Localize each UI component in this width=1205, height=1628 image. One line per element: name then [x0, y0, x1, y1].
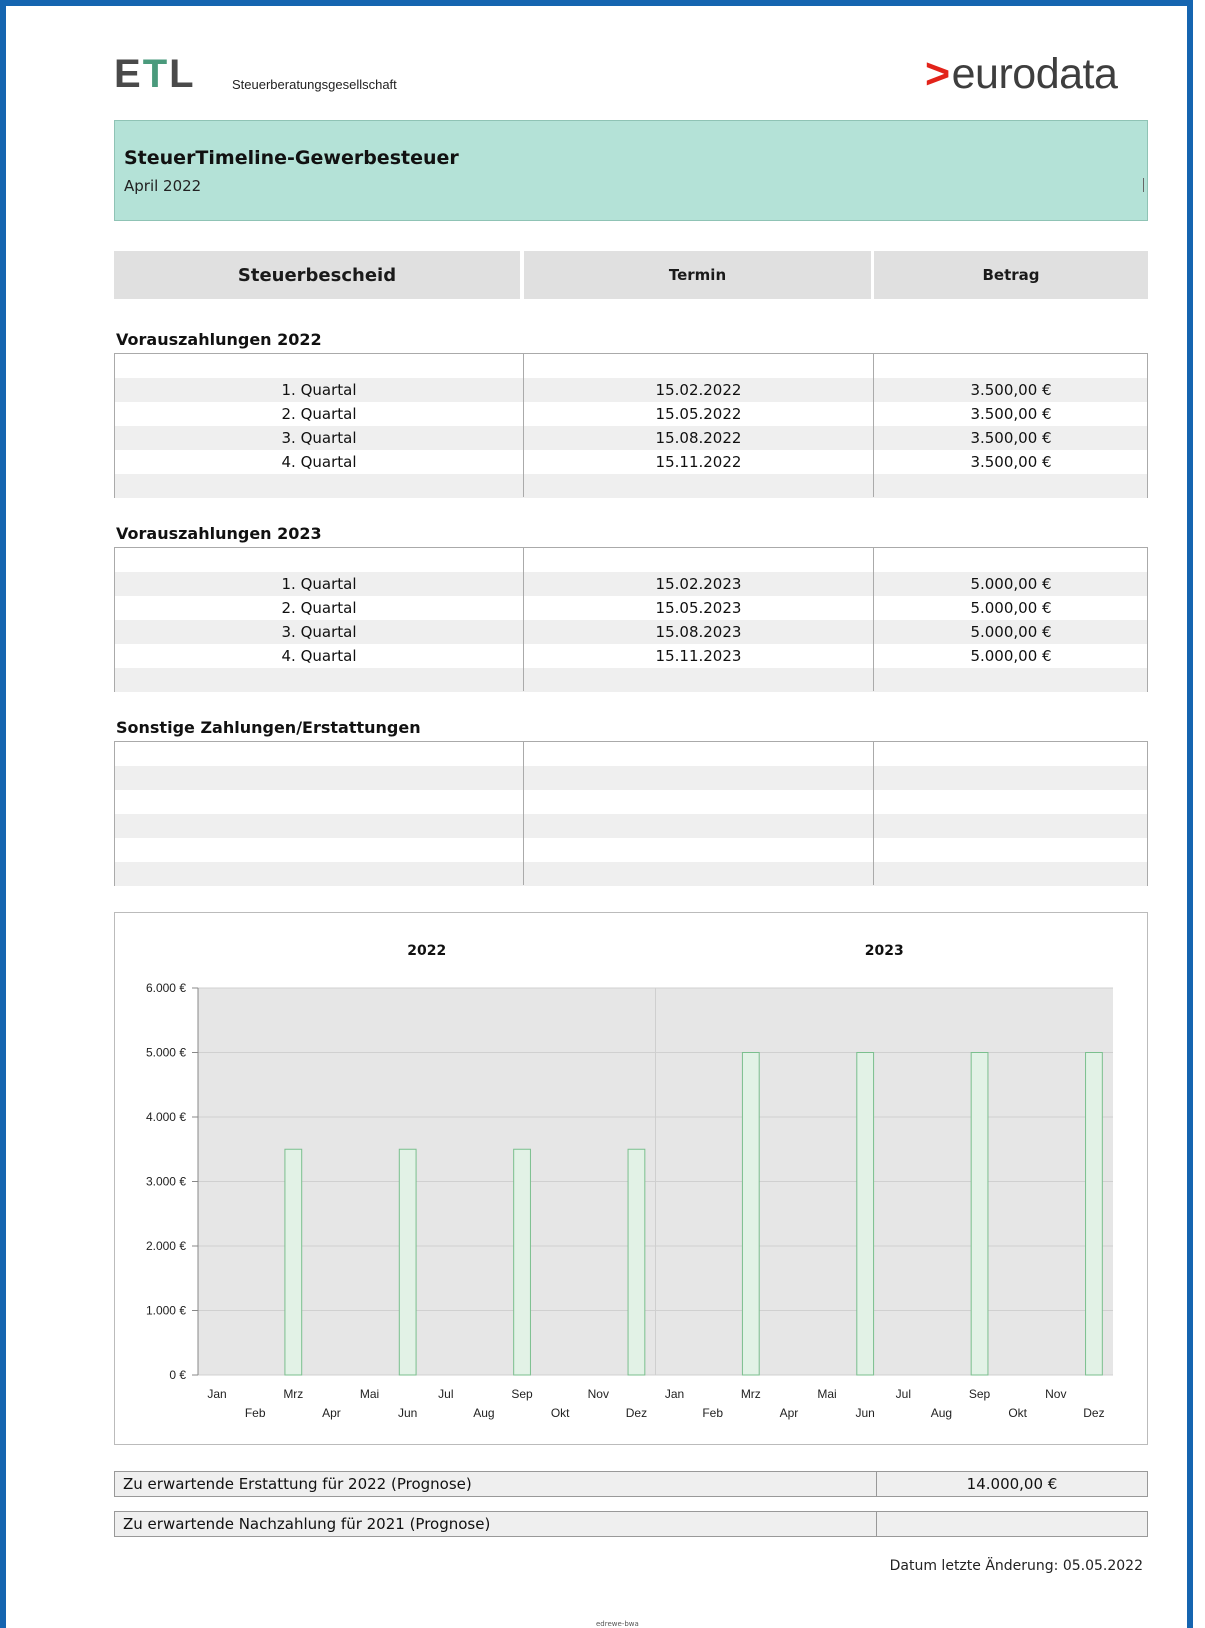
y-tick-label: 5.000 € [146, 1046, 186, 1060]
row-label: 3. Quartal [281, 429, 357, 447]
x-tick-label: Jan [665, 1387, 684, 1401]
row-amount: 3.500,00 € [970, 429, 1052, 447]
payment-chart: 0 € 1.000 € 2.000 € 3.000 € 4.000 € 5.000 € 6.… [114, 912, 1148, 1445]
x-tick-label: Jun [398, 1406, 417, 1420]
header-termin: Termin [524, 251, 871, 299]
x-tick-label: Apr [780, 1406, 799, 1420]
table-sonstige [114, 741, 1148, 886]
row-amount: 3.500,00 € [970, 453, 1052, 471]
row-label: 3. Quartal [281, 623, 357, 641]
y-tick-label: 3.000 € [146, 1175, 186, 1189]
x-tick-label: Feb [245, 1406, 266, 1420]
bar-mrz [741, 1052, 760, 1376]
x-tick-label: Mai [360, 1387, 379, 1401]
row-amount: 5.000,00 € [970, 647, 1052, 665]
row-date: 15.02.2022 [655, 381, 742, 399]
row-label: 1. Quartal [281, 575, 357, 593]
row-date: 15.05.2022 [655, 405, 742, 423]
y-tick-label: 2.000 € [146, 1239, 186, 1253]
bar-dez [627, 1148, 646, 1376]
row-date: 15.08.2022 [655, 429, 742, 447]
section-title-sonstige: Sonstige Zahlungen/Erstattungen [116, 718, 421, 737]
x-tick-label: Jan [207, 1387, 226, 1401]
bar-sep [970, 1052, 989, 1376]
x-tick-label: Aug [473, 1406, 494, 1420]
summary-divider [876, 1512, 877, 1536]
summary-label: Zu erwartende Nachzahlung für 2021 (Prog… [123, 1515, 491, 1533]
column-divider [523, 742, 524, 885]
row-amount: 3.500,00 € [970, 405, 1052, 423]
last-modified-date: Datum letzte Änderung: 05.05.2022 [889, 1558, 1143, 1574]
x-tick-label: Apr [322, 1406, 341, 1420]
year-title: 2022 [407, 943, 446, 959]
y-tick-label: 6.000 € [146, 981, 186, 995]
x-tick-label: Mai [817, 1387, 836, 1401]
document-period: April 2022 [124, 177, 202, 195]
header-steuerbescheid: Steuerbescheid [114, 251, 520, 299]
x-tick-label: Okt [1008, 1406, 1027, 1420]
y-tick-label: 0 € [169, 1368, 186, 1382]
x-tick-label: Feb [702, 1406, 723, 1420]
row-amount: 5.000,00 € [970, 575, 1052, 593]
document-title: SteuerTimeline-Gewerbesteuer [124, 147, 459, 169]
x-tick-label: Jul [896, 1387, 911, 1401]
y-tick-label: 4.000 € [146, 1110, 186, 1124]
etl-logo: ETL [114, 52, 196, 96]
year-title: 2023 [865, 943, 904, 959]
bar-jun [856, 1052, 875, 1376]
title-box: SteuerTimeline-Gewerbesteuer April 2022 [114, 120, 1148, 221]
section-title-2023: Vorauszahlungen 2023 [116, 524, 322, 543]
y-tick-label: 1.000 € [146, 1304, 186, 1318]
row-date: 15.02.2023 [655, 575, 742, 593]
x-tick-label: Dez [1083, 1406, 1104, 1420]
table-2023: 1. Quartal 15.02.2023 5.000,00 € 2. Quar… [114, 547, 1148, 692]
x-tick-label: Jul [438, 1387, 453, 1401]
stripe [115, 814, 1147, 838]
section-title-2022: Vorauszahlungen 2022 [116, 330, 322, 349]
x-tick-label: Aug [931, 1406, 952, 1420]
etl-subtitle: Steuerberatungsgesellschaft [232, 77, 397, 92]
summary-value: 14.000,00 € [966, 1475, 1058, 1493]
title-box-mark [1143, 178, 1144, 192]
bar-jun [398, 1148, 417, 1376]
summary-row-nachzahlung: Zu erwartende Nachzahlung für 2021 (Prog… [114, 1511, 1148, 1537]
summary-row-erstattung: Zu erwartende Erstattung für 2022 (Progn… [114, 1471, 1148, 1497]
x-tick-label: Nov [588, 1387, 609, 1401]
x-tick-label: Okt [551, 1406, 570, 1420]
eurodata-logo: >eurodata [925, 50, 1118, 98]
column-divider [873, 742, 874, 885]
row-label: 2. Quartal [281, 599, 357, 617]
x-tick-label: Jun [856, 1406, 875, 1420]
header-betrag: Betrag [874, 251, 1148, 299]
x-tick-label: Sep [969, 1387, 991, 1401]
stripe [115, 474, 1147, 498]
bar-sep [513, 1148, 531, 1376]
row-date: 15.08.2023 [655, 623, 742, 641]
stripe [115, 862, 1147, 886]
row-date: 15.05.2023 [655, 599, 742, 617]
row-label: 1. Quartal [281, 381, 357, 399]
summary-label: Zu erwartende Erstattung für 2022 (Progn… [123, 1475, 472, 1493]
row-label: 2. Quartal [281, 405, 357, 423]
stripe [115, 668, 1147, 692]
chart-svg: 0 € 1.000 € 2.000 € 3.000 € 4.000 € 5.000 € 6.… [146, 943, 1113, 1420]
x-tick-label: Dez [626, 1406, 647, 1420]
row-label: 4. Quartal [281, 647, 357, 665]
row-date: 15.11.2022 [655, 453, 742, 471]
table-2022: 1. Quartal 15.02.2022 3.500,00 € 2. Quar… [114, 353, 1148, 498]
x-tick-label: Mrz [741, 1387, 761, 1401]
bar-dez [1085, 1052, 1103, 1376]
row-amount: 3.500,00 € [970, 381, 1052, 399]
bar-mrz [284, 1148, 303, 1376]
row-label: 4. Quartal [281, 453, 357, 471]
row-amount: 5.000,00 € [970, 623, 1052, 641]
x-tick-label: Sep [511, 1387, 533, 1401]
x-tick-label: Nov [1045, 1387, 1066, 1401]
x-tick-label: Mrz [283, 1387, 303, 1401]
row-date: 15.11.2023 [655, 647, 742, 665]
footer-code: edrewe-bwa [596, 1620, 639, 1628]
row-amount: 5.000,00 € [970, 599, 1052, 617]
stripe [115, 766, 1147, 790]
